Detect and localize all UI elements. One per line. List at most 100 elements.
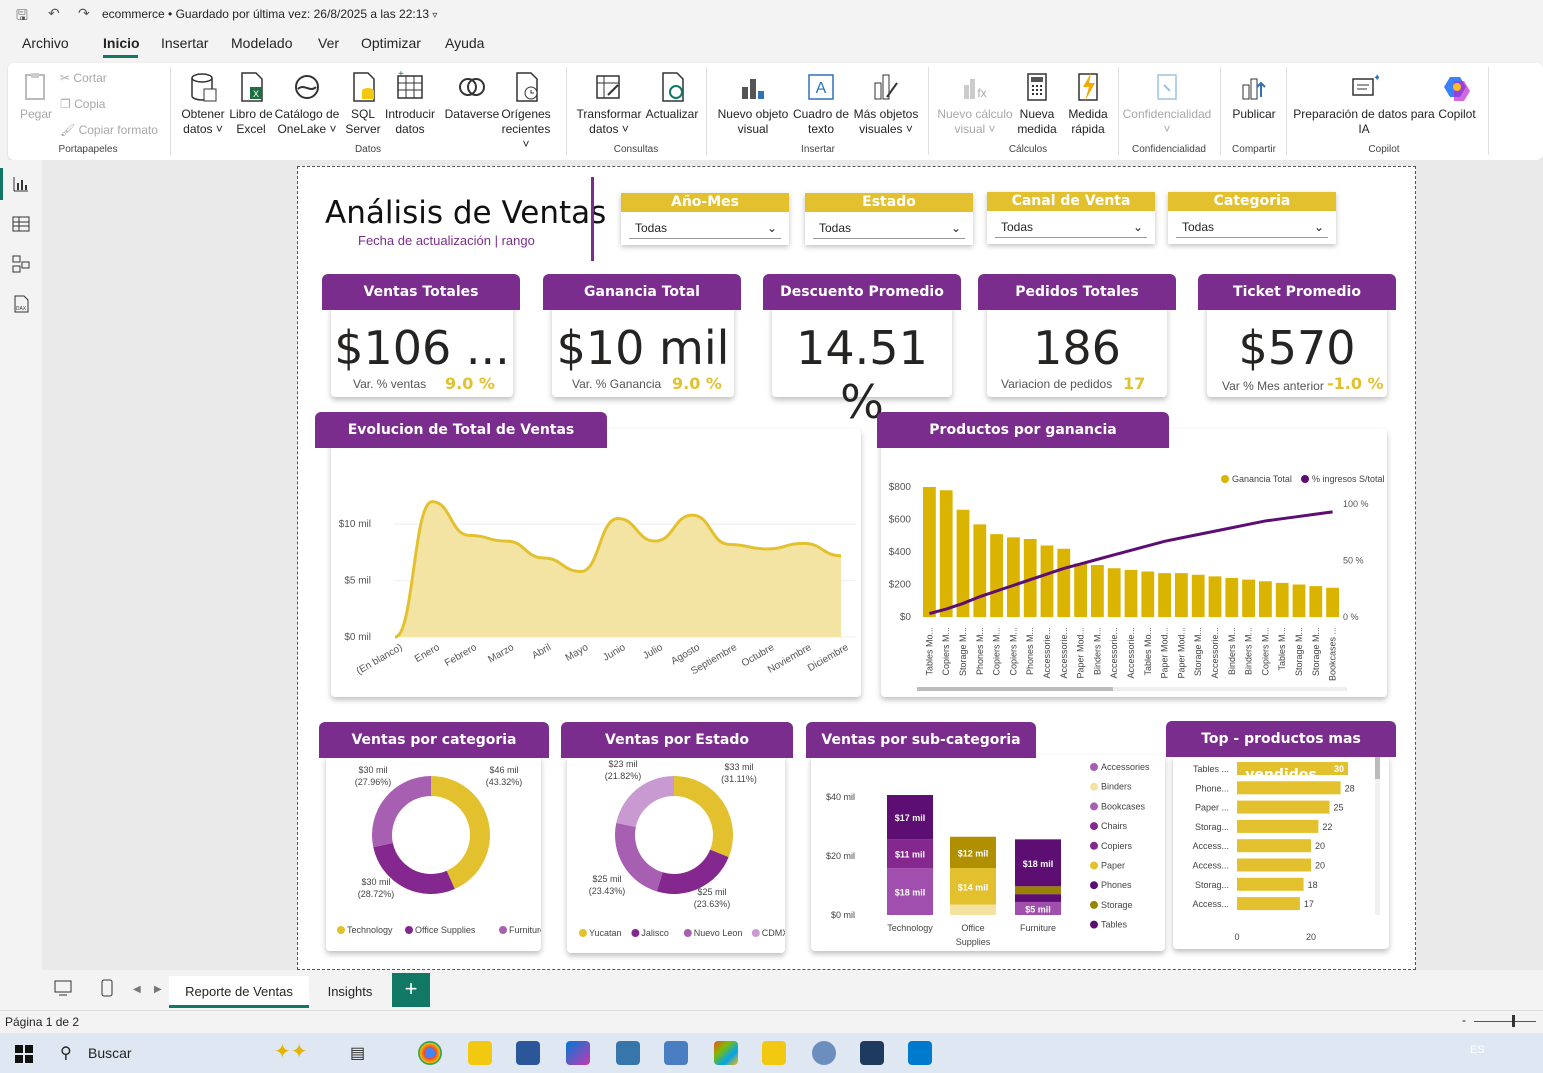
onelake-button[interactable]: Catálogo de OneLake ˅ — [274, 71, 340, 137]
group-label-share: Compartir — [1232, 144, 1276, 155]
slicer-estado[interactable]: Estado Todas ⌄ — [805, 193, 973, 245]
more-visuals-button[interactable]: Más objetos visuales ˅ — [852, 71, 920, 137]
donut-chart-estado[interactable]: $33 mil (31.11%) $25 mil (23.63%) $25 mil (23… — [567, 755, 788, 953]
menu-modelado[interactable]: Modelado — [231, 35, 293, 51]
stacked-subcat-card[interactable]: $0 mil $20 mil $40 mil $18 mil $11 mil $17 mi… — [811, 755, 1165, 951]
dax-view-icon[interactable]: DAX — [11, 294, 31, 314]
kpi-variation: 9.0 % — [445, 374, 495, 393]
cut-button[interactable]: ✂ Cortar — [60, 71, 107, 86]
kpi-card-ticket[interactable]: $570 Var % Mes anterior -1.0 % — [1207, 303, 1387, 397]
zoom-slider[interactable] — [1474, 1021, 1536, 1022]
slicer-year-month[interactable]: Año-Mes Todas ⌄ — [621, 193, 789, 245]
separator — [1488, 67, 1489, 155]
quick-measure-button[interactable]: Medida rápida — [1060, 71, 1116, 137]
r-icon[interactable] — [812, 1041, 836, 1065]
file-explorer-icon[interactable] — [468, 1041, 492, 1065]
undo-icon[interactable]: ↶ — [48, 5, 60, 22]
area-chart[interactable]: $0 mil $5 mil $10 mil (En blanco) Enero Febre… — [331, 429, 861, 697]
report-view-icon[interactable] — [11, 174, 31, 194]
tab-insights[interactable]: Insights — [312, 976, 388, 1008]
slicer-dropdown[interactable]: Todas ⌄ — [995, 216, 1147, 238]
prev-page-icon[interactable]: ◀ — [133, 984, 141, 995]
transform-data-button[interactable]: Transformar datos ˅ — [576, 71, 642, 137]
kpi-card-descuento[interactable]: 14.51 % — [772, 303, 952, 429]
task-view-icon[interactable]: ▤ — [350, 1043, 365, 1063]
table-view-icon[interactable] — [11, 214, 31, 234]
excel-button[interactable]: X Libro de Excel — [228, 71, 274, 137]
format-painter-button[interactable]: 🖌 Copiar formato — [60, 123, 158, 138]
tab-reporte-ventas[interactable]: Reporte de Ventas — [169, 976, 309, 1008]
new-calc-button[interactable]: fx Nuevo cálculo visual ˅ — [934, 71, 1016, 137]
area-chart-card[interactable]: $0 mil $5 mil $10 mil (En blanco) Enero Febre… — [331, 429, 861, 697]
bar-value-label: 20 — [1315, 861, 1325, 871]
x-tick-label: Abril — [530, 642, 553, 662]
refresh-button[interactable]: Actualizar — [642, 71, 702, 122]
menu-archivo[interactable]: Archivo — [22, 35, 69, 51]
python-idle-icon[interactable] — [664, 1041, 688, 1065]
publish-button[interactable]: Publicar — [1226, 71, 1282, 122]
window-title[interactable]: ecommerce • Guardado por última vez: 26/… — [102, 7, 437, 21]
slicer-categoria[interactable]: Categoria Todas ⌄ — [1168, 192, 1336, 244]
slicer-dropdown[interactable]: Todas ⌄ — [629, 217, 781, 239]
donut-chart-categoria[interactable]: $46 mil (43.32%) $30 mil (28.72%) $30 mil (27… — [326, 755, 545, 951]
paste-button[interactable]: Pegar — [16, 71, 56, 122]
copilot-button[interactable]: Copilot — [1432, 71, 1482, 122]
recent-sources-button[interactable]: Orígenes recientes ˅ — [498, 71, 554, 152]
app-icon[interactable] — [714, 1041, 738, 1065]
row-label: Phone... — [1195, 783, 1229, 793]
kpi-sub-label: Var. % Ganancia — [572, 377, 662, 391]
m365-icon[interactable] — [566, 1041, 590, 1065]
pareto-chart[interactable]: $0 $200 $400 $600 $800 0 % 50 % 100 % Ganancia T… — [881, 429, 1387, 697]
excel-icon: X — [241, 72, 263, 102]
new-measure-button[interactable]: Nueva medida — [1014, 71, 1060, 137]
menu-optimizar[interactable]: Optimizar — [361, 35, 421, 51]
menu-ver[interactable]: Ver — [318, 35, 339, 51]
redo-icon[interactable]: ↷ — [78, 5, 90, 22]
add-page-button[interactable]: + — [392, 973, 430, 1007]
donut-categoria-card[interactable]: $46 mil (43.32%) $30 mil (28.72%) $30 mil (27… — [326, 755, 545, 951]
menu-insertar[interactable]: Insertar — [161, 35, 208, 51]
chrome-icon[interactable] — [418, 1041, 442, 1065]
page-tabs: ◀ ▶ Reporte de Ventas Insights + — [0, 970, 1543, 1008]
python-icon[interactable] — [616, 1041, 640, 1065]
powerbi-icon[interactable] — [762, 1041, 786, 1065]
row-label: Storag... — [1195, 822, 1229, 832]
pareto-chart-card[interactable]: $0 $200 $400 $600 $800 0 % 50 % 100 % Ganancia T… — [881, 429, 1387, 697]
slicer-dropdown[interactable]: Todas ⌄ — [813, 217, 965, 239]
stacked-bar-chart[interactable]: $0 mil $20 mil $40 mil $18 mil $11 mil $17 mi… — [811, 755, 1165, 951]
new-visual-button[interactable]: Nuevo objeto visual — [714, 71, 792, 137]
textbox-button[interactable]: A Cuadro de texto — [790, 71, 852, 137]
enter-data-button[interactable]: + Introducir datos — [382, 71, 438, 137]
ai-data-prep-button[interactable]: ✦ Preparación de datos para IA — [1292, 71, 1436, 137]
slicer-dropdown[interactable]: Todas ⌄ — [1176, 216, 1328, 238]
taskbar-search[interactable]: ⚲ Buscar ✦✦ — [50, 1037, 330, 1069]
desktop-layout-icon[interactable] — [54, 980, 72, 996]
kpi-card-pedidos[interactable]: 186 Variacion de pedidos 17 — [987, 303, 1167, 397]
menu-inicio[interactable]: Inicio — [103, 35, 140, 51]
y-tick-label: $0 mil — [344, 632, 371, 643]
x-tick-label: Binders M... — [1244, 627, 1254, 675]
mobile-layout-icon[interactable] — [101, 979, 113, 997]
save-icon[interactable]: 🖫 — [16, 5, 28, 29]
kpi-card-ganancia[interactable]: $10 mil Var. % Ganancia 9.0 % — [552, 303, 734, 397]
view-switcher: DAX — [0, 160, 42, 970]
sql-server-button[interactable]: SQL Server — [341, 71, 385, 137]
windows-start-icon[interactable] — [15, 1045, 33, 1063]
kpi-card-ventas[interactable]: $106 ... Var. % ventas 9.0 % — [331, 303, 513, 397]
mysql-icon[interactable] — [860, 1041, 884, 1065]
menu-ayuda[interactable]: Ayuda — [445, 35, 484, 51]
zoom-slider-thumb[interactable] — [1512, 1015, 1515, 1027]
slicer-canal[interactable]: Canal de Venta Todas ⌄ — [987, 192, 1155, 244]
word-icon[interactable] — [516, 1041, 540, 1065]
sensitivity-button[interactable]: Confidencialidad ˅ — [1120, 71, 1214, 137]
copy-button[interactable]: ❐ Copia — [60, 97, 105, 112]
get-data-button[interactable]: Obtener datos ˅ — [178, 71, 228, 137]
zoom-out-icon[interactable]: - — [1462, 1013, 1466, 1027]
dataverse-button[interactable]: Dataverse — [440, 71, 504, 122]
legend-label: Bookcases — [1101, 801, 1146, 811]
donut-estado-card[interactable]: $33 mil (31.11%) $25 mil (23.63%) $25 mil (23… — [567, 755, 788, 953]
next-page-icon[interactable]: ▶ — [154, 984, 162, 995]
vscode-icon[interactable] — [908, 1041, 932, 1065]
model-view-icon[interactable] — [11, 254, 31, 274]
legend-label: Technology — [347, 925, 393, 935]
